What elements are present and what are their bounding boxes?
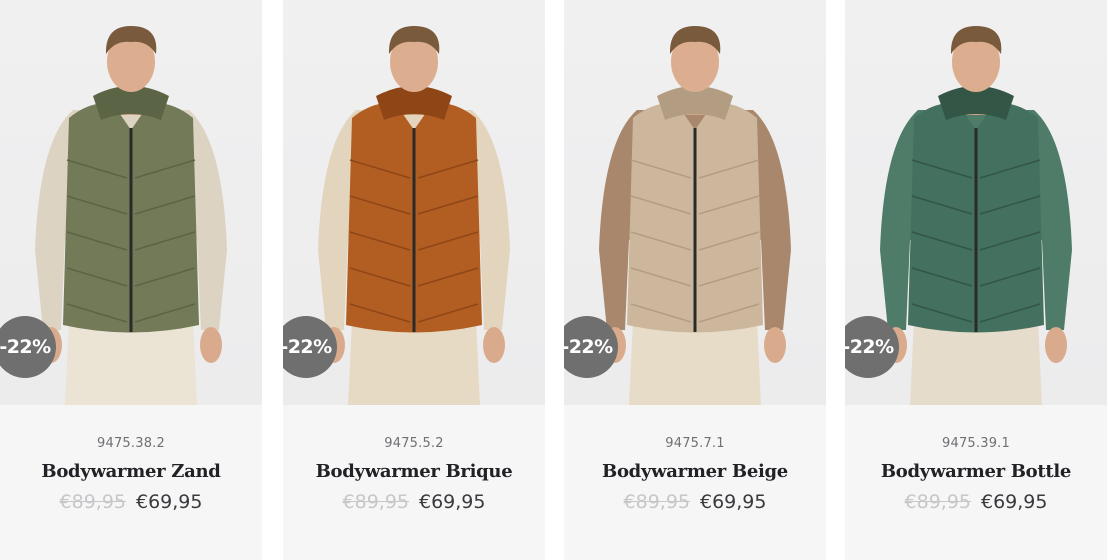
- product-sku: 9475.7.1: [665, 436, 725, 451]
- sale-price: €69,95: [419, 491, 486, 513]
- product-sku: 9475.39.1: [942, 436, 1010, 451]
- product-title[interactable]: Bodywarmer Zand: [0, 461, 262, 482]
- product-card[interactable]: -22% 9475.7.1 Bodywarmer Beige €89,95 €6…: [564, 0, 826, 560]
- product-price: €89,95 €69,95: [564, 491, 826, 513]
- original-price: €89,95: [623, 491, 690, 513]
- product-title[interactable]: Bodywarmer Beige: [564, 461, 826, 482]
- product-card[interactable]: -22% 9475.39.1 Bodywarmer Bottle €89,95 …: [845, 0, 1107, 560]
- sale-price: €69,95: [981, 491, 1048, 513]
- product-card[interactable]: -22% 9475.5.2 Bodywarmer Brique €89,95 €…: [283, 0, 545, 560]
- product-price: €89,95 €69,95: [845, 491, 1107, 513]
- sale-price: €69,95: [136, 491, 203, 513]
- right-hand: [483, 327, 505, 363]
- product-grid: -22% 9475.38.2 Bodywarmer Zand €89,95 €6…: [0, 0, 1109, 560]
- product-price: €89,95 €69,95: [283, 491, 545, 513]
- product-price: €89,95 €69,95: [0, 491, 262, 513]
- pants: [348, 320, 480, 405]
- product-info: 9475.38.2 Bodywarmer Zand €89,95 €69,95: [0, 405, 262, 560]
- original-price: €89,95: [342, 491, 409, 513]
- right-hand: [764, 327, 786, 363]
- product-title[interactable]: Bodywarmer Brique: [283, 461, 545, 482]
- product-card[interactable]: -22% 9475.38.2 Bodywarmer Zand €89,95 €6…: [0, 0, 262, 560]
- product-info: 9475.7.1 Bodywarmer Beige €89,95 €69,95: [564, 405, 826, 560]
- product-title[interactable]: Bodywarmer Bottle: [845, 461, 1107, 482]
- product-sku: 9475.38.2: [97, 436, 165, 451]
- right-hand: [200, 327, 222, 363]
- product-info: 9475.39.1 Bodywarmer Bottle €89,95 €69,9…: [845, 405, 1107, 560]
- sale-price: €69,95: [700, 491, 767, 513]
- product-sku: 9475.5.2: [384, 436, 444, 451]
- original-price: €89,95: [904, 491, 971, 513]
- pants: [65, 320, 197, 405]
- right-hand: [1045, 327, 1067, 363]
- pants: [629, 320, 761, 405]
- original-price: €89,95: [59, 491, 126, 513]
- pants: [910, 320, 1042, 405]
- product-info: 9475.5.2 Bodywarmer Brique €89,95 €69,95: [283, 405, 545, 560]
